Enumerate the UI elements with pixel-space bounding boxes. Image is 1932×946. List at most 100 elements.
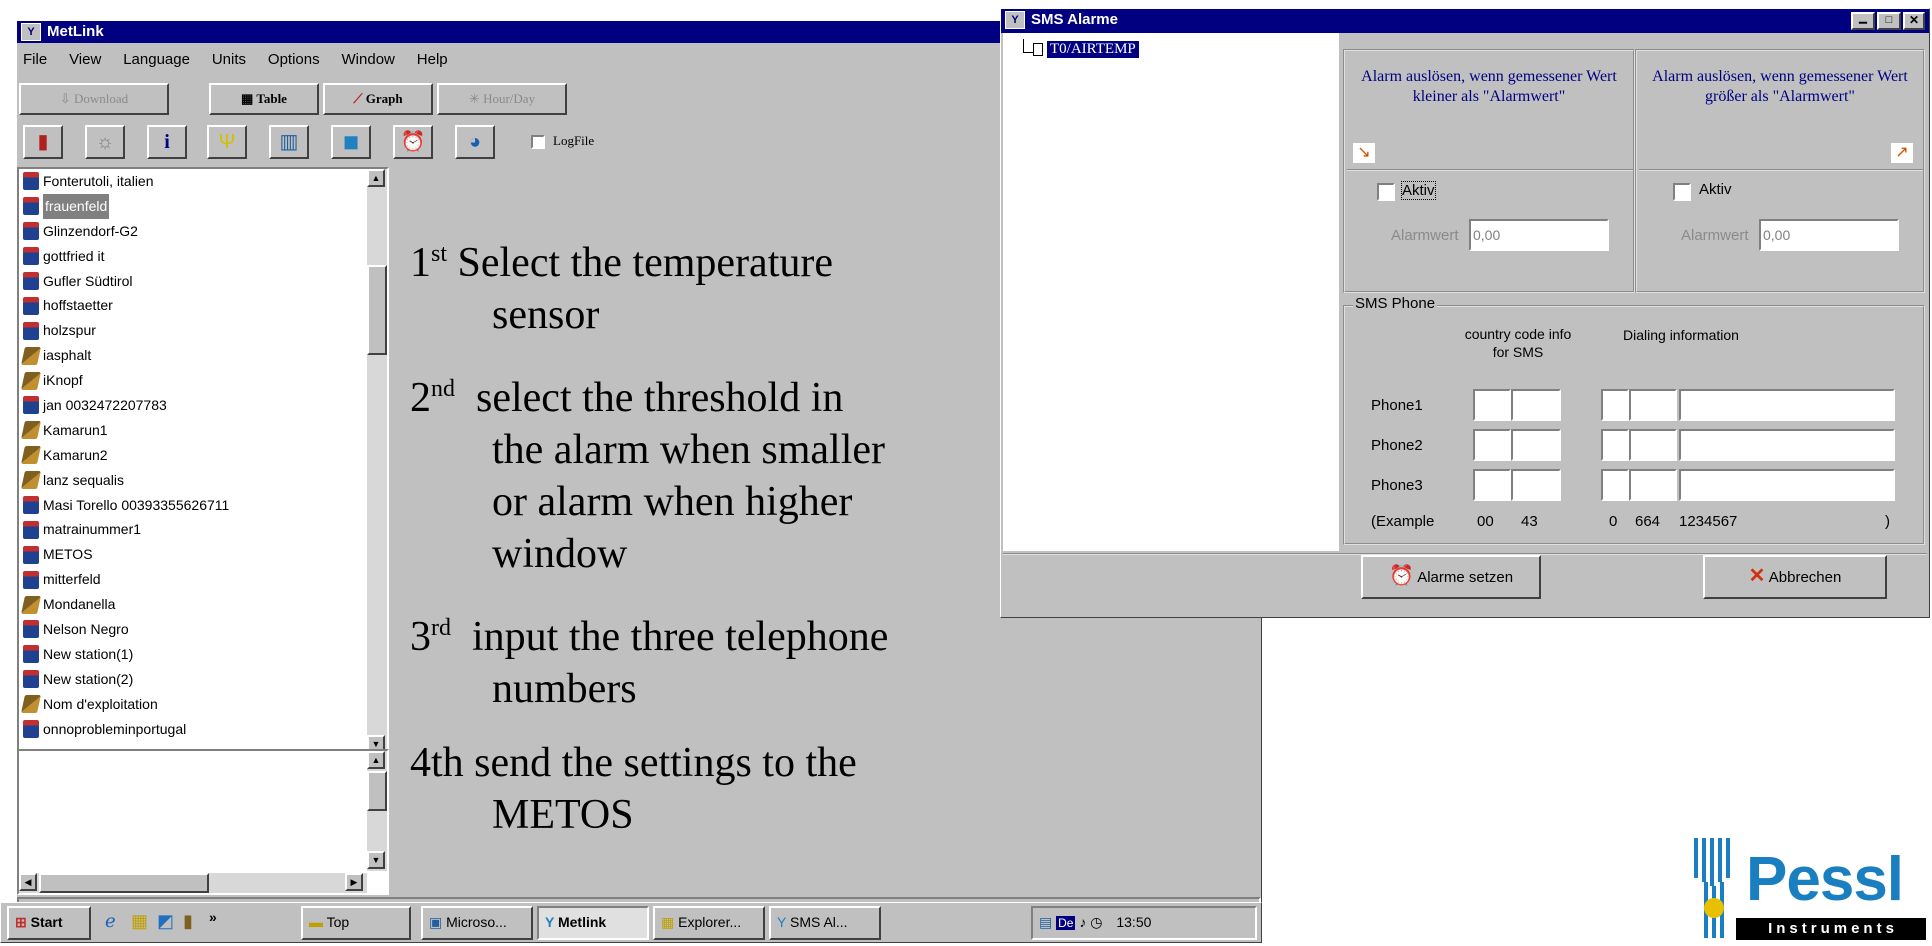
task-top[interactable]: ▬ Top <box>301 906 411 940</box>
phone3-d3[interactable] <box>1679 469 1895 501</box>
menu-units[interactable]: Units <box>212 51 246 68</box>
scroll-up-arrow[interactable]: ▲ <box>367 751 385 769</box>
menu-file[interactable]: File <box>23 51 47 68</box>
tool-icon <box>21 471 41 490</box>
phone1-d2[interactable] <box>1629 389 1677 421</box>
phone3-d2[interactable] <box>1629 469 1677 501</box>
list-item[interactable]: METOS <box>19 542 367 567</box>
hourday-button[interactable]: ✳ Hour/Day <box>437 83 567 115</box>
phone2-cc2[interactable] <box>1511 429 1561 461</box>
task-sms[interactable]: Y SMS Al... <box>769 906 881 940</box>
phone3-d1[interactable] <box>1601 469 1629 501</box>
list-item[interactable]: hoffstaetter <box>19 293 367 318</box>
phone2-cc1[interactable] <box>1473 429 1511 461</box>
list-item[interactable]: holzspur <box>19 318 367 343</box>
task-explorer[interactable]: ▦ Explorer... <box>653 906 765 940</box>
table-button[interactable]: ▦ Table <box>209 83 319 115</box>
high-aktiv-checkbox[interactable] <box>1673 183 1691 201</box>
phone1-cc1[interactable] <box>1473 389 1511 421</box>
close-button[interactable]: ✕ <box>1903 12 1925 30</box>
alarm-tool-button[interactable]: ⏰ <box>393 125 433 159</box>
sun-tool-button[interactable]: ☼ <box>85 125 125 159</box>
list-item[interactable]: onnoprobleminportugal <box>19 717 367 742</box>
graph-button[interactable]: ⟋ Graph <box>323 83 433 115</box>
antenna-tool-button[interactable]: Ψ <box>207 125 247 159</box>
tray-language-indicator[interactable]: De <box>1056 916 1076 930</box>
menu-language[interactable]: Language <box>123 51 190 68</box>
list-item[interactable]: Masi Torello 00393355626711 <box>19 493 367 518</box>
tree-item-airtemp[interactable]: T0/AIRTEMP <box>1047 41 1139 58</box>
phone3-cc1[interactable] <box>1473 469 1511 501</box>
step-1-cont: sensor <box>492 292 600 338</box>
quicklaunch-ie-icon[interactable]: ℯ <box>105 911 116 932</box>
low-aktiv-checkbox[interactable] <box>1377 183 1395 201</box>
quicklaunch-more-icon[interactable]: » <box>209 909 217 925</box>
list-item[interactable]: iasphalt <box>19 343 367 368</box>
sms-titlebar[interactable]: Y SMS Alarme ▁ □ ✕ <box>1001 9 1929 33</box>
download-button[interactable]: ⇩ Download <box>19 83 169 115</box>
list-item[interactable]: Kamarun1 <box>19 418 367 443</box>
quicklaunch-metlink-icon[interactable]: ▮ <box>183 911 193 932</box>
quicklaunch-app-icon[interactable]: ◩ <box>157 911 174 932</box>
list-item[interactable]: matrainummer1 <box>19 517 367 542</box>
list-item[interactable]: Gufler Südtirol <box>19 269 367 294</box>
details-box[interactable]: ▲ ▼ ◀ ▶ <box>17 749 389 895</box>
list-item[interactable]: jan 0032472207783 <box>19 393 367 418</box>
tray-speaker-icon[interactable]: ♪ <box>1079 914 1086 930</box>
list-item[interactable]: Glinzendorf-G2 <box>19 219 367 244</box>
book-tool-button[interactable]: ▥ <box>269 125 309 159</box>
scroll-right-arrow[interactable]: ▶ <box>345 873 363 891</box>
box-tool-button[interactable]: ◼ <box>331 125 371 159</box>
menu-options[interactable]: Options <box>268 51 320 68</box>
task-microsoft[interactable]: ▣ Microso... <box>421 906 533 940</box>
taskbar: ⊞ Start ℯ ▦ ◩ ▮ » ▬ Top ▣ Microso... Y M… <box>0 902 1262 943</box>
list-item[interactable]: Kamarun2 <box>19 443 367 468</box>
list-item[interactable]: mitterfeld <box>19 567 367 592</box>
scroll-down-arrow[interactable]: ▼ <box>367 851 385 869</box>
list-item[interactable]: Nom d'exploitation <box>19 692 367 717</box>
scroll-up-arrow[interactable]: ▲ <box>367 169 385 187</box>
list-item[interactable]: gottfried it <box>19 244 367 269</box>
info-tool-button[interactable]: i <box>147 125 187 159</box>
phone1-cc2[interactable] <box>1511 389 1561 421</box>
globe-tool-button[interactable]: ◕ <box>455 125 495 159</box>
scroll-thumb[interactable] <box>367 771 387 811</box>
station-list-scrollbar[interactable]: ▲ ▼ <box>367 169 387 757</box>
low-alarmwert-input[interactable]: 0,00 <box>1469 219 1609 251</box>
list-item[interactable]: Fonterutoli, italien <box>19 169 367 194</box>
phone3-cc2[interactable] <box>1511 469 1561 501</box>
maximize-button[interactable]: □ <box>1877 12 1901 30</box>
tool-icon <box>21 421 41 440</box>
details-vscroll[interactable]: ▲ ▼ <box>367 751 387 871</box>
quicklaunch-explorer-icon[interactable]: ▦ <box>131 911 148 932</box>
list-item[interactable]: Mondanella <box>19 592 367 617</box>
phone2-d2[interactable] <box>1629 429 1677 461</box>
scroll-thumb[interactable] <box>39 873 209 893</box>
start-button[interactable]: ⊞ Start <box>7 906 91 940</box>
tray-clock-icon[interactable]: ◷ <box>1090 914 1102 930</box>
menu-help[interactable]: Help <box>417 51 448 68</box>
tray-network-icon[interactable]: ▤ <box>1039 914 1052 930</box>
list-item[interactable]: lanz sequalis <box>19 468 367 493</box>
task-metlink[interactable]: Y Metlink <box>537 906 649 940</box>
menu-window[interactable]: Window <box>342 51 395 68</box>
minimize-button[interactable]: ▁ <box>1851 12 1875 30</box>
scroll-left-arrow[interactable]: ◀ <box>19 873 37 891</box>
phone1-d1[interactable] <box>1601 389 1629 421</box>
details-hscroll[interactable]: ◀ ▶ <box>19 873 367 893</box>
list-item[interactable]: iKnopf <box>19 368 367 393</box>
scroll-thumb[interactable] <box>367 265 387 355</box>
phone1-d3[interactable] <box>1679 389 1895 421</box>
list-item[interactable]: Nelson Negro <box>19 617 367 642</box>
menu-view[interactable]: View <box>69 51 101 68</box>
phone2-d3[interactable] <box>1679 429 1895 461</box>
list-item[interactable]: frauenfeld <box>19 193 367 219</box>
cancel-button[interactable]: ✕ Abbrechen <box>1703 555 1887 599</box>
stations-tool-button[interactable]: ▮ <box>23 125 63 159</box>
high-alarmwert-input[interactable]: 0,00 <box>1759 219 1899 251</box>
logfile-checkbox[interactable] <box>531 135 545 149</box>
list-item[interactable]: New station(1) <box>19 642 367 667</box>
set-alarms-button[interactable]: ⏰ Alarme setzen <box>1361 555 1541 599</box>
phone2-d1[interactable] <box>1601 429 1629 461</box>
list-item[interactable]: New station(2) <box>19 667 367 692</box>
